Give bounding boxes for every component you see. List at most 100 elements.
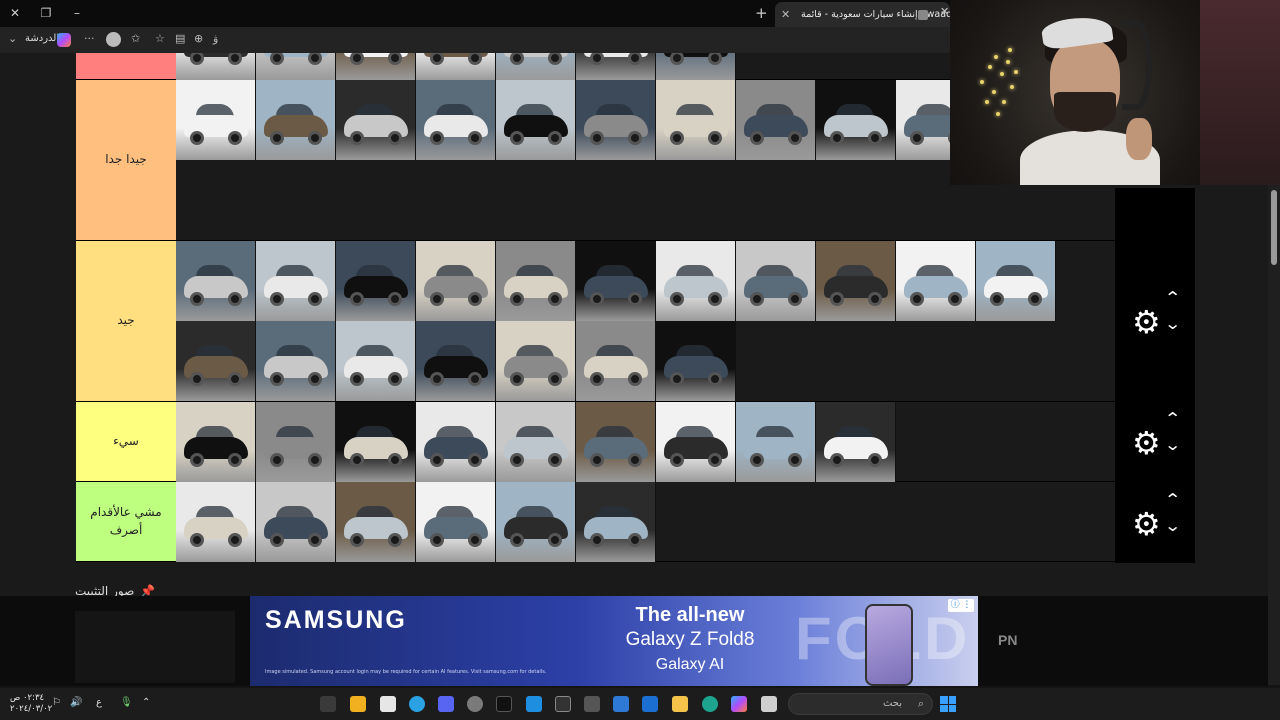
app-icon-2[interactable] [380, 696, 396, 712]
terminal-icon[interactable] [320, 696, 336, 712]
copilot-icon[interactable] [57, 33, 71, 47]
volume-icon[interactable]: 🔊 [70, 697, 82, 708]
tiktok-icon[interactable] [496, 696, 512, 712]
chevron-up-icon[interactable]: ⌃ [1164, 288, 1181, 307]
close-tab-right-icon[interactable]: ✕ [940, 5, 949, 18]
car-image[interactable] [256, 321, 336, 401]
app-icon-3[interactable] [526, 696, 542, 712]
close-tab-icon[interactable]: ✕ [781, 2, 790, 27]
car-image[interactable] [976, 241, 1056, 321]
car-image[interactable] [736, 80, 816, 160]
car-image[interactable] [576, 321, 656, 401]
chevron-up-icon[interactable]: ⌃ [1164, 409, 1181, 428]
tier-label[interactable] [76, 53, 176, 79]
clock[interactable]: ٠٢:٣٤ ص ٢٠٢٤/٠٣/٠٢ [10, 693, 52, 715]
car-image[interactable] [336, 482, 416, 562]
car-image[interactable] [416, 402, 496, 482]
car-image[interactable] [176, 80, 256, 160]
car-image[interactable] [816, 241, 896, 321]
page-scrollbar[interactable] [1268, 185, 1280, 685]
outlook-icon[interactable] [642, 696, 658, 712]
car-image[interactable] [656, 321, 736, 401]
car-image[interactable] [256, 402, 336, 482]
taskbar-search[interactable]: بحث ⌕ [788, 693, 933, 715]
tray-chevron-up-icon[interactable]: ⌃ [142, 697, 150, 708]
app-icon-4[interactable] [584, 696, 600, 712]
car-image[interactable] [416, 241, 496, 321]
favorites-star-icon[interactable]: ☆ [155, 32, 165, 45]
task-view-icon[interactable] [761, 696, 777, 712]
car-image[interactable] [656, 402, 736, 482]
car-image[interactable] [416, 321, 496, 401]
car-image[interactable] [576, 80, 656, 160]
chevron-up-icon[interactable]: ⌃ [1164, 490, 1181, 509]
restore-window-icon[interactable]: ❐ [36, 4, 56, 22]
file-explorer-icon[interactable] [672, 696, 688, 712]
car-image[interactable] [176, 53, 256, 80]
car-image[interactable] [176, 482, 256, 562]
car-image[interactable] [576, 53, 656, 80]
car-image[interactable] [496, 482, 576, 562]
car-image[interactable] [816, 80, 896, 160]
car-image[interactable] [416, 482, 496, 562]
car-image[interactable] [336, 80, 416, 160]
start-icon[interactable] [940, 696, 956, 712]
tier-label[interactable]: جيدا جدا [76, 80, 176, 240]
collections-icon[interactable]: ✩ [131, 32, 140, 45]
new-tab-icon[interactable]: + [755, 4, 768, 22]
immersive-reader-icon[interactable]: ۋ [213, 32, 218, 45]
car-image[interactable] [256, 241, 336, 321]
car-image[interactable] [336, 241, 416, 321]
car-image[interactable] [496, 53, 576, 80]
telegram-icon[interactable] [409, 696, 425, 712]
car-image[interactable] [576, 402, 656, 482]
gear-icon[interactable]: ⚙ [1132, 508, 1161, 540]
tier-label[interactable]: جيد [76, 241, 176, 401]
chevron-down-icon[interactable]: ⌄ [1164, 435, 1181, 454]
store-icon[interactable] [613, 696, 629, 712]
profile-avatar[interactable] [106, 32, 121, 47]
car-image[interactable] [736, 241, 816, 321]
microphone-icon[interactable]: 🎙 [120, 697, 133, 708]
car-image[interactable] [416, 53, 496, 80]
car-image[interactable] [176, 402, 256, 482]
car-image[interactable] [336, 53, 416, 80]
copilot-taskbar-icon[interactable] [731, 696, 747, 712]
car-image[interactable] [416, 80, 496, 160]
more-menu-icon[interactable]: ··· [84, 32, 95, 45]
car-image[interactable] [176, 321, 256, 401]
car-image[interactable] [896, 241, 976, 321]
car-image[interactable] [176, 241, 256, 321]
chat-button[interactable]: الدردشة [25, 33, 59, 44]
car-image[interactable] [496, 402, 576, 482]
car-image[interactable] [256, 482, 336, 562]
ctrl-app-icon[interactable] [555, 696, 571, 712]
notification-icon[interactable]: ⚐ [52, 697, 61, 708]
ad-info-icon[interactable]: ⓘ ⋮ [948, 599, 974, 612]
chevron-down-icon[interactable]: ⌄ [8, 32, 17, 45]
car-image[interactable] [576, 241, 656, 321]
chevron-down-icon[interactable]: ⌄ [1164, 314, 1181, 333]
tier-label[interactable]: سيء [76, 402, 176, 481]
car-image[interactable] [656, 241, 736, 321]
language-indicator[interactable]: ع [96, 697, 102, 708]
chevron-down-icon[interactable]: ⌄ [1164, 516, 1181, 535]
close-window-icon[interactable]: ✕ [5, 4, 25, 22]
car-image[interactable] [656, 53, 736, 80]
car-image[interactable] [576, 482, 656, 562]
gear-icon[interactable]: ⚙ [1132, 427, 1161, 459]
car-image[interactable] [816, 402, 896, 482]
car-image[interactable] [256, 80, 336, 160]
edge-icon[interactable] [702, 696, 718, 712]
car-image[interactable] [496, 241, 576, 321]
car-image[interactable] [336, 402, 416, 482]
zoom-icon[interactable]: ⊕ [194, 32, 203, 45]
car-image[interactable] [256, 53, 336, 80]
tier-label[interactable]: مشي عالأقدام أصرف [76, 482, 176, 561]
reading-view-icon[interactable]: ▤ [175, 32, 185, 45]
car-image[interactable] [736, 402, 816, 482]
car-image[interactable] [336, 321, 416, 401]
app-icon-1[interactable] [350, 696, 366, 712]
minimize-window-icon[interactable]: – [67, 4, 87, 22]
samsung-ad-banner[interactable]: SAMSUNG FOLD The all-new Galaxy Z Fold8 … [250, 596, 978, 686]
